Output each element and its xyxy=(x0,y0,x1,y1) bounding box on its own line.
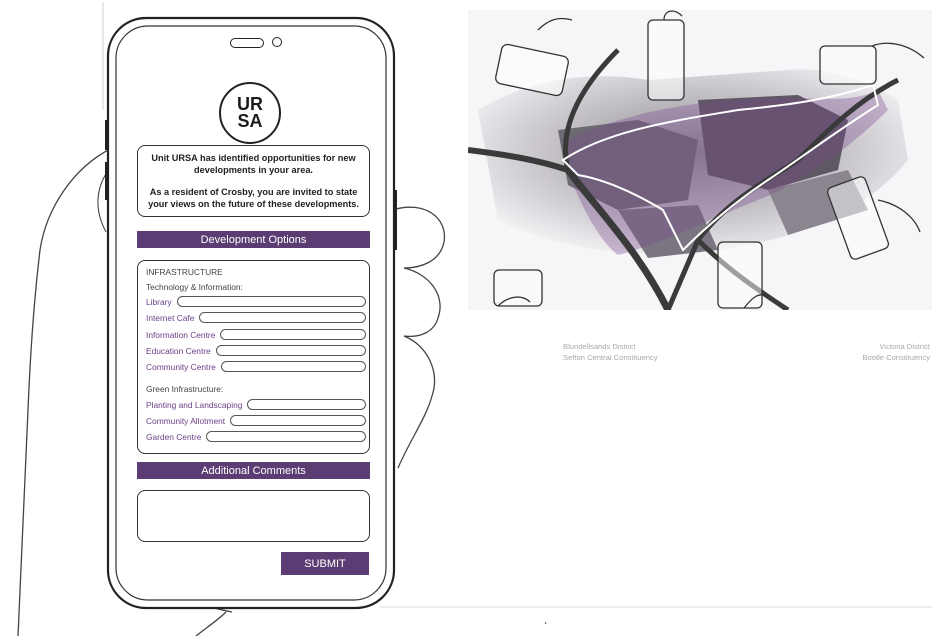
option-row-information-centre: Information Centre xyxy=(146,329,366,340)
caption-constituency-right: Bootle Constituency xyxy=(862,353,930,362)
submit-button[interactable]: SUBMIT xyxy=(281,552,369,575)
library-input[interactable] xyxy=(176,296,366,307)
green-infrastructure-heading: Green Infrastructure: xyxy=(146,384,224,394)
garden-centre-input[interactable] xyxy=(206,431,366,442)
aerial-map-illustration xyxy=(468,10,932,310)
planting-landscaping-input[interactable] xyxy=(247,399,366,410)
development-options-panel: INFRASTRUCTURE Technology & Information:… xyxy=(137,260,370,454)
option-label: Library xyxy=(146,296,172,307)
option-label: Community Allotment xyxy=(146,415,226,426)
development-options-heading: Development Options xyxy=(137,231,370,248)
caption-district-right: Victoria District xyxy=(879,342,931,351)
map-caption-right: Victoria District Bootle Constituency xyxy=(862,341,930,363)
option-row-community-allotment: Community Allotment xyxy=(146,415,366,426)
option-row-library: Library xyxy=(146,296,366,307)
intro-text-box: Unit URSA has identified opportunities f… xyxy=(137,145,370,217)
option-row-planting-landscaping: Planting and Landscaping xyxy=(146,399,366,410)
additional-comments-heading: Additional Comments xyxy=(137,462,370,479)
option-label: Community Centre xyxy=(146,361,216,372)
education-centre-input[interactable] xyxy=(215,345,366,356)
option-row-education-centre: Education Centre xyxy=(146,345,366,356)
community-centre-input[interactable] xyxy=(220,361,366,372)
front-camera xyxy=(272,37,282,47)
logo-line-2: SA xyxy=(237,111,263,131)
internet-cafe-input[interactable] xyxy=(199,312,366,323)
option-row-garden-centre: Garden Centre xyxy=(146,431,366,442)
option-row-internet-cafe: Internet Cafe xyxy=(146,312,366,323)
community-allotment-input[interactable] xyxy=(230,415,366,426)
infrastructure-heading: INFRASTRUCTURE xyxy=(146,267,223,277)
option-label: Planting and Landscaping xyxy=(146,399,243,410)
intro-paragraph-2: As a resident of Crosby, you are invited… xyxy=(148,187,359,209)
intro-paragraph-1: Unit URSA has identified opportunities f… xyxy=(151,153,356,175)
information-centre-input[interactable] xyxy=(220,329,366,340)
caption-constituency-left: Sefton Central Constituency xyxy=(563,353,658,362)
phone-screen: UR SA Unit URSA has identified opportuni… xyxy=(122,30,380,590)
speaker-grille xyxy=(230,38,264,48)
option-label: Information Centre xyxy=(146,329,216,340)
option-label: Internet Cafe xyxy=(146,312,195,323)
map-caption-left: Blundellsands District Sefton Central Co… xyxy=(563,341,658,363)
technology-information-heading: Technology & Information: xyxy=(146,282,243,292)
option-label: Garden Centre xyxy=(146,431,202,442)
caption-district-left: Blundellsands District xyxy=(563,342,636,351)
additional-comments-textarea[interactable] xyxy=(137,490,370,542)
ursa-logo: UR SA xyxy=(219,82,281,144)
option-label: Education Centre xyxy=(146,345,211,356)
option-row-community-centre: Community Centre xyxy=(146,361,366,372)
